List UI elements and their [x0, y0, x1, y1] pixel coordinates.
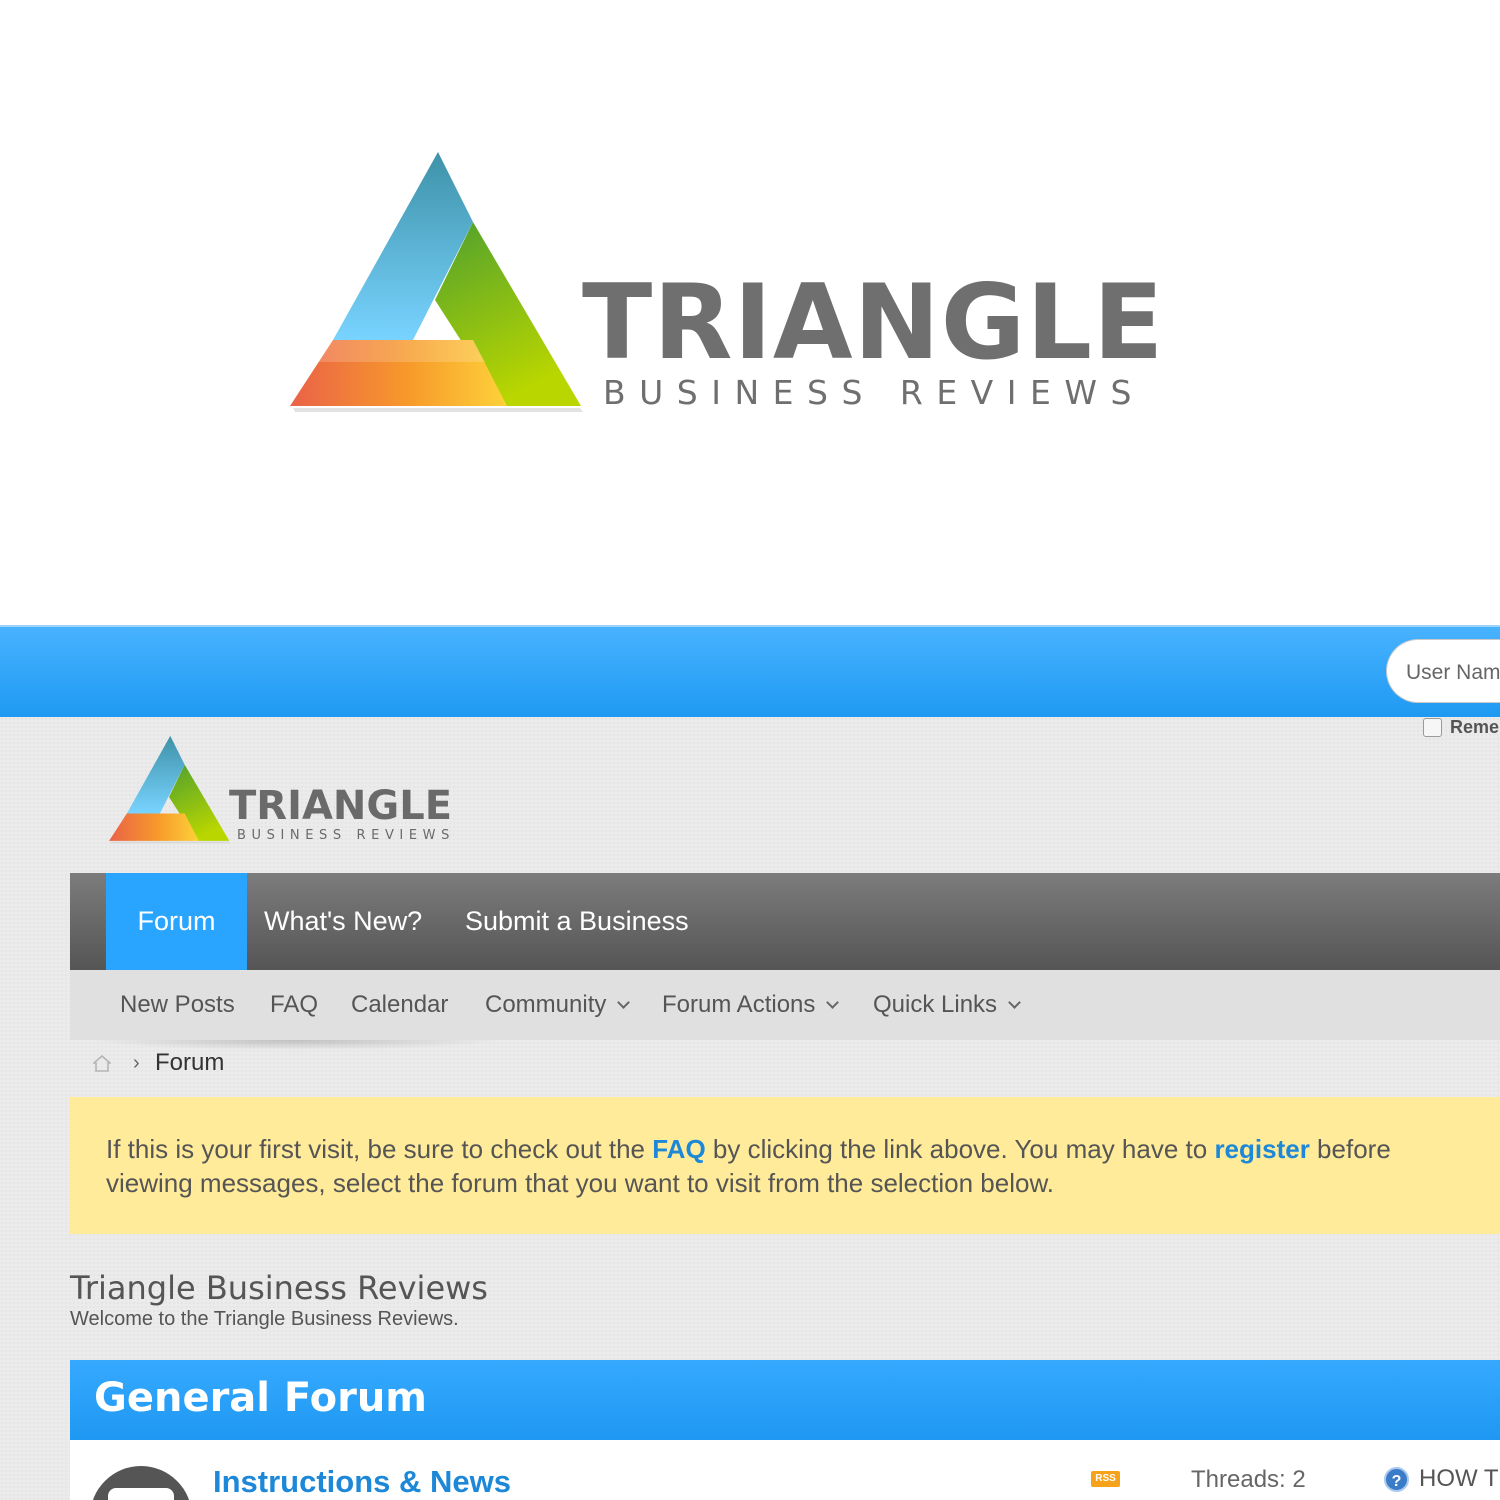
page-title: Triangle Business Reviews — [70, 1269, 488, 1307]
subnav-quick-links[interactable]: Quick Links — [873, 970, 1021, 1040]
subnav-faq[interactable]: FAQ — [270, 970, 318, 1040]
hero-brand-name: TRIANGLE — [582, 263, 1165, 383]
forum-row: Instructions & News RSS Threads: 2 ? HOW… — [70, 1440, 1500, 1500]
breadcrumb-separator: › — [133, 1052, 140, 1074]
tab-submit-business[interactable]: Submit a Business — [465, 873, 689, 970]
chevron-down-icon — [826, 996, 840, 1009]
hero-logo-area: TRIANGLE BUSINESS REVIEWS — [0, 0, 1500, 625]
chevron-down-icon — [1008, 996, 1021, 1009]
rss-icon[interactable]: RSS — [1091, 1471, 1120, 1487]
notice-text-3: before — [1309, 1134, 1391, 1164]
subnav-community[interactable]: Community — [485, 970, 631, 1040]
notice-line-2: viewing messages, select the forum that … — [106, 1168, 1055, 1198]
breadcrumb-current[interactable]: Forum — [155, 1048, 224, 1078]
notice-line-1: If this is your first visit, be sure to … — [106, 1132, 1500, 1166]
remember-me[interactable]: Reme — [1423, 717, 1499, 738]
remember-checkbox[interactable] — [1423, 718, 1442, 737]
subnav-new-posts[interactable]: New Posts — [120, 970, 235, 1040]
main-nav: Forum What's New? Submit a Business — [70, 873, 1500, 970]
notice-text-1: If this is your first visit, be sure to … — [106, 1134, 653, 1164]
last-post-link[interactable]: HOW T — [1419, 1467, 1499, 1491]
question-icon: ? — [1384, 1467, 1409, 1492]
top-bar: User Nam — [0, 625, 1500, 717]
notice-text-2: by clicking the link above. You may have… — [705, 1134, 1215, 1164]
remember-label: Reme — [1450, 717, 1500, 737]
subnav-forum-actions-label: Forum Actions — [662, 991, 816, 1018]
tab-whats-new[interactable]: What's New? — [264, 873, 422, 970]
subnav-calendar[interactable]: Calendar — [351, 970, 448, 1040]
forum-category-header[interactable]: General Forum — [70, 1360, 1500, 1440]
first-visit-notice: If this is your first visit, be sure to … — [70, 1097, 1500, 1234]
home-icon[interactable] — [93, 1055, 111, 1072]
forum-title-link[interactable]: Instructions & News — [213, 1466, 511, 1497]
subnav-shadow — [90, 1040, 500, 1050]
forum-category-title: General Forum — [94, 1375, 427, 1421]
subnav-community-label: Community — [485, 991, 607, 1018]
site-logo-tagline: BUSINESS REVIEWS — [237, 828, 455, 843]
chevron-down-icon — [617, 996, 631, 1009]
username-input[interactable]: User Nam — [1386, 639, 1500, 703]
faq-link[interactable]: FAQ — [652, 1134, 705, 1164]
hero-brand-tagline: BUSINESS REVIEWS — [603, 373, 1145, 412]
forum-thread-count: Threads: 2 — [1191, 1466, 1306, 1493]
triangle-logo-icon — [290, 152, 583, 412]
page-description: Welcome to the Triangle Business Reviews… — [70, 1308, 459, 1330]
register-link[interactable]: register — [1214, 1134, 1309, 1164]
subnav-forum-actions[interactable]: Forum Actions — [662, 970, 840, 1040]
site-logo-name[interactable]: TRIANGLE — [229, 786, 452, 826]
tab-forum[interactable]: Forum — [106, 873, 247, 970]
sub-nav: New Posts FAQ Calendar Community Forum A… — [70, 970, 1500, 1040]
forum-status-icon — [90, 1466, 192, 1500]
subnav-quick-links-label: Quick Links — [873, 991, 998, 1018]
site-logo-icon[interactable] — [107, 735, 231, 845]
